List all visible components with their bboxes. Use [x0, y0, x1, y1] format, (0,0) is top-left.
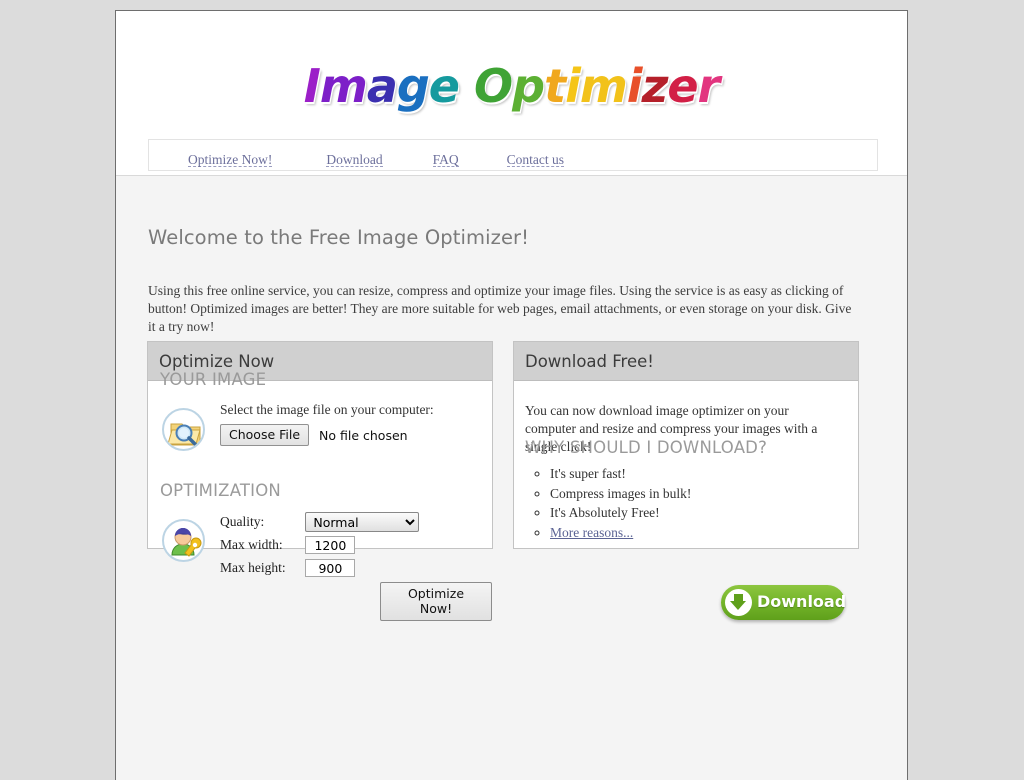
optimize-now-button[interactable]: Optimize Now! [380, 582, 492, 621]
file-input-row[interactable]: Choose File No file chosen [220, 424, 408, 446]
settings-person-wrench-icon [162, 519, 205, 562]
logo-letter: r [697, 59, 721, 113]
max-width-field-row: Max width: [220, 536, 356, 554]
choose-file-button[interactable]: Choose File [220, 424, 310, 446]
logo-letter: m [579, 59, 628, 113]
select-file-label: Select the image file on your computer: [220, 402, 434, 417]
quality-select[interactable]: Normal [305, 512, 420, 532]
download-panel-body: Download Free! You can now download imag… [514, 342, 858, 620]
logo-letter: g [396, 59, 430, 113]
nav-item-optimize-now[interactable]: Optimize Now! [149, 140, 273, 170]
reason-text: Compress images in bulk! [550, 485, 692, 501]
logo-letter: m [319, 59, 368, 113]
download-free-panel: Download Free! You can now download imag… [513, 341, 859, 620]
download-button[interactable]: Download [721, 585, 847, 620]
logo-letter: t [544, 59, 566, 113]
site-logo: Image Optimizer [116, 59, 907, 113]
logo-letter: e [428, 59, 460, 113]
intro-paragraph: Using this free online service, you can … [148, 282, 852, 334]
reason-text: It's super fast! [550, 466, 626, 481]
list-item[interactable]: More reasons... [550, 523, 691, 543]
quality-field-row: Quality: Normal [220, 512, 420, 532]
nav-item-download[interactable]: Download [272, 140, 383, 170]
optimize-panel-body: Optimize Now YOUR IMAGE Select the image… [148, 342, 492, 621]
your-image-section-label: YOUR IMAGE [160, 370, 267, 389]
logo-letter: i [565, 59, 581, 113]
logo-letter: p [512, 59, 545, 113]
max-width-label: Max width: [220, 537, 283, 552]
main-navigation: Optimize Now! Download FAQ Contact us [148, 139, 878, 171]
reason-text: It's Absolutely Free! [550, 505, 660, 520]
nav-list: Optimize Now! Download FAQ Contact us [149, 140, 877, 170]
max-height-label: Max height: [220, 560, 286, 575]
list-item: Compress images in bulk! [550, 484, 691, 504]
max-height-input[interactable] [305, 559, 356, 577]
logo-letter: I [303, 59, 321, 113]
max-width-input[interactable] [305, 536, 356, 554]
logo-letter [459, 59, 474, 113]
download-arrow-head [730, 601, 746, 610]
nav-link-optimize-now[interactable]: Optimize Now! [188, 153, 273, 167]
list-item: It's Absolutely Free! [550, 503, 691, 523]
optimize-now-panel: Optimize Now YOUR IMAGE Select the image… [147, 341, 493, 621]
nav-item-faq[interactable]: FAQ [383, 140, 459, 170]
optimization-section-label: OPTIMIZATION [160, 481, 281, 500]
nav-link-faq[interactable]: FAQ [432, 153, 459, 167]
page-container: Image Optimizer Optimize Now! Download F… [115, 10, 908, 780]
nav-item-contact-us[interactable]: Contact us [459, 140, 564, 170]
logo-letter: i [626, 59, 643, 113]
why-download-label: WHY SHOULD I DOWNLOAD? [525, 438, 768, 457]
download-button-label: Download [757, 592, 847, 611]
logo-letter: e [667, 59, 698, 113]
max-height-field-row: Max height: [220, 559, 356, 577]
site-header: Image Optimizer Optimize Now! Download F… [116, 11, 907, 176]
logo-letter: O [474, 59, 513, 113]
page-title: Welcome to the Free Image Optimizer! [148, 226, 530, 249]
logo-letter: a [366, 59, 398, 113]
folder-search-icon [162, 408, 205, 451]
file-status-text: No file chosen [319, 427, 408, 443]
quality-label: Quality: [220, 514, 265, 529]
reasons-list: It's super fast! Compress images in bulk… [530, 464, 691, 542]
download-panel-title: Download Free! [514, 342, 858, 381]
nav-link-contact-us[interactable]: Contact us [506, 153, 564, 167]
nav-link-download[interactable]: Download [326, 153, 383, 167]
logo-letter: z [641, 59, 669, 113]
more-reasons-link[interactable]: More reasons... [550, 525, 633, 540]
list-item: It's super fast! [550, 464, 691, 484]
